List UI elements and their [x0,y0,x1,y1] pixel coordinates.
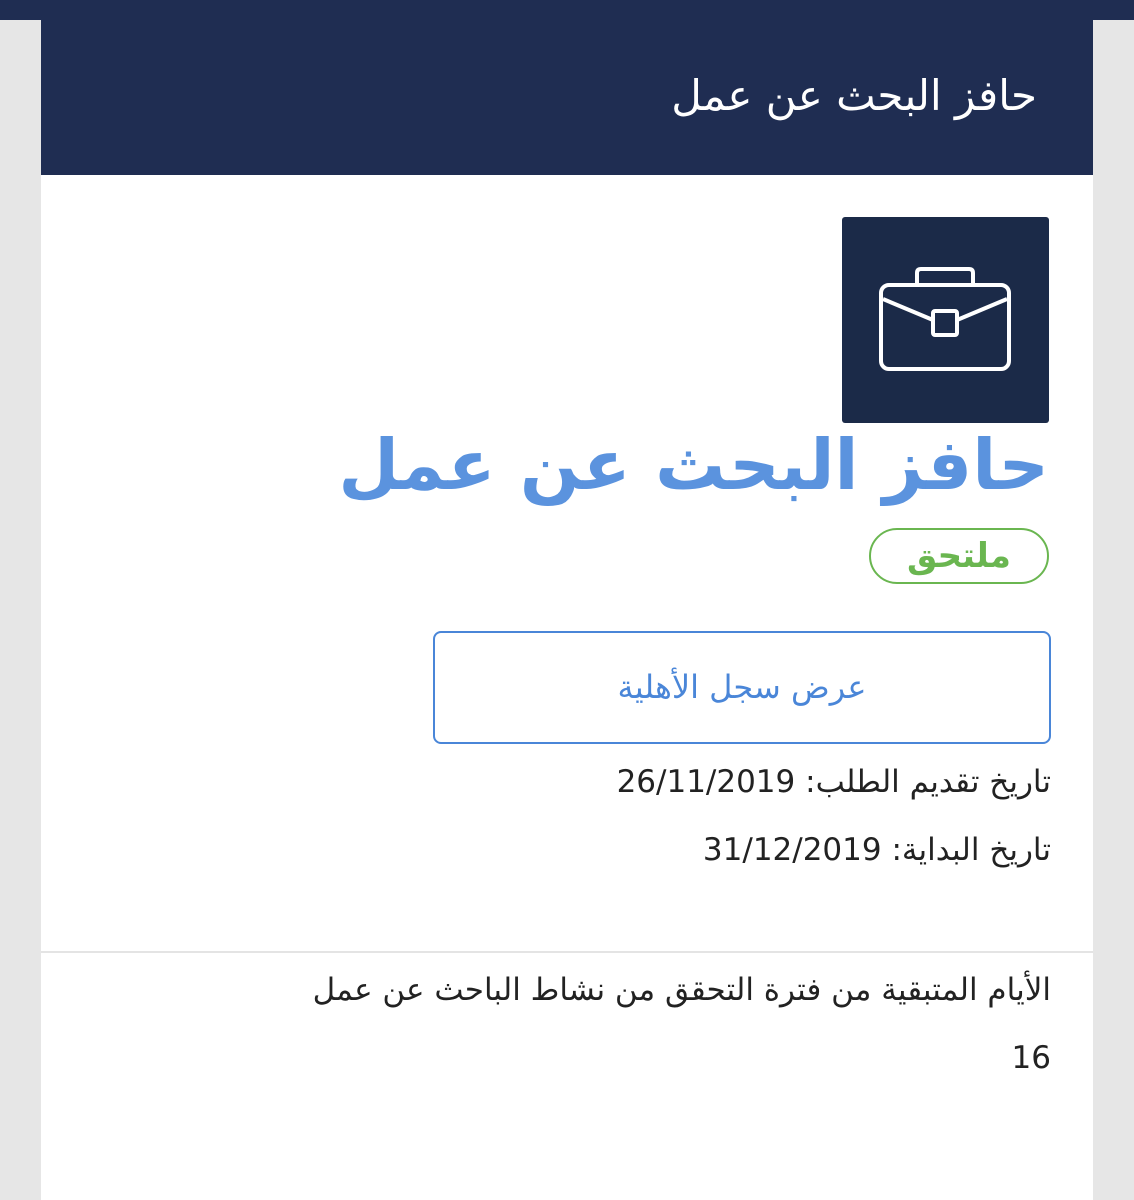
start-date-value: 31/12/2019 [702,832,882,868]
service-card: حافز البحث عن عمل حافز البحث عن عمل ملتح… [41,0,1093,1200]
briefcase-icon [879,267,1011,371]
status-badge: ملتحق [869,528,1049,584]
header-title: حافز البحث عن عمل [671,71,1037,120]
submit-date-row: تاريخ تقديم الطلب: 26/11/2019 [617,760,1051,804]
submit-date-value: 26/11/2019 [616,764,796,800]
submit-date-label: تاريخ تقديم الطلب: [805,764,1051,800]
remaining-days-label: الأيام المتبقية من فترة التحقق من نشاط ا… [312,972,1051,1008]
section-divider [41,951,1093,953]
start-date-row: تاريخ البداية: 31/12/2019 [703,828,1051,872]
card-header: حافز البحث عن عمل [41,0,1093,175]
remaining-days-value: 16 [1011,1040,1051,1076]
start-date-label: تاريخ البداية: [891,832,1051,868]
service-icon-tile [842,217,1049,423]
view-eligibility-record-button[interactable]: عرض سجل الأهلية [433,631,1051,744]
service-title: حافز البحث عن عمل [338,424,1049,506]
